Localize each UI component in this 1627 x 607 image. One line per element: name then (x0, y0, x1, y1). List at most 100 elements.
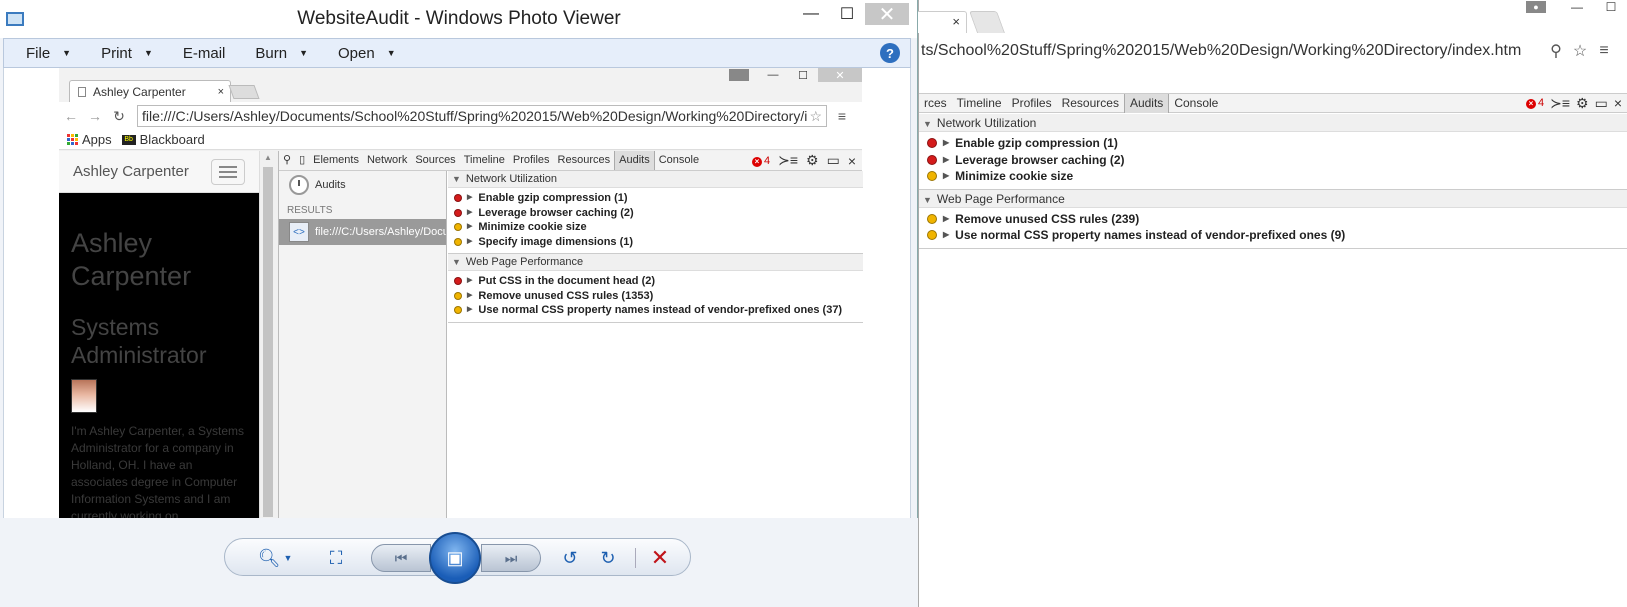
toolbar-divider (635, 548, 636, 568)
menu-open[interactable]: Open ▼ (316, 45, 404, 62)
menu-file[interactable]: File ▼ (4, 45, 79, 62)
audit-result-label: Specify image dimensions (1) (478, 235, 634, 248)
audit-result-label: Leverage browser caching (2) (955, 152, 1125, 167)
close-window-button[interactable]: ✕ (865, 3, 909, 26)
minimize-icon[interactable]: — (1560, 0, 1594, 14)
inner-tab: Ashley Carpenter × (69, 80, 231, 102)
menu-icon[interactable]: ≡ (1592, 42, 1616, 60)
help-icon[interactable]: ? (880, 43, 900, 63)
tab-resources: Resources (557, 154, 611, 166)
collapse-triangle-icon[interactable]: ▼ (923, 191, 932, 209)
audit-result-row[interactable]: ▶ Minimize cookie size (919, 168, 1627, 185)
tab-profiles: Profiles (512, 154, 550, 166)
menu-label: E-mail (182, 44, 226, 62)
zoom-button[interactable]: 🔍︎ ▼ (255, 539, 295, 577)
chevron-down-icon[interactable]: ▼ (62, 48, 71, 58)
user-icon[interactable]: ● (1526, 0, 1560, 14)
inner-tabstrip: Ashley Carpenter × — ☐ ✕ (59, 68, 862, 102)
severe-status-icon (927, 154, 937, 165)
menu-label: Burn (255, 44, 288, 62)
audit-result-label: Remove unused CSS rules (239) (955, 211, 1140, 226)
rotate-left-icon[interactable]: ↺ (555, 539, 585, 577)
gear-icon[interactable]: ⚙ (1576, 95, 1589, 112)
page-icon (78, 86, 86, 97)
tab-console[interactable]: Console (1169, 94, 1223, 113)
delete-button[interactable]: ✕ (645, 539, 675, 577)
warning-status-icon (454, 237, 462, 246)
console-drawer-icon[interactable]: ≻≡ (1550, 95, 1570, 112)
audits-sidebar: Audits RESULTS <> file:///C:/Users/Ashle… (279, 171, 447, 518)
background-address-bar[interactable]: ts/School%20Stuff/Spring%202015/Web%20De… (919, 38, 1627, 64)
collapse-triangle-icon[interactable]: ▼ (923, 115, 932, 133)
tab-resources[interactable]: Resources (1057, 94, 1124, 113)
chevron-down-icon[interactable]: ▼ (299, 48, 308, 58)
maximize-icon: ☐ (798, 69, 808, 82)
audit-category-title: Network Utilization (465, 173, 558, 185)
audit-category: ▼ Network Utilization ▶ Enable gzip compres… (448, 171, 863, 254)
audit-category-header[interactable]: ▼ Network Utilization (919, 114, 1627, 132)
rotate-right-icon[interactable]: ↻ (593, 539, 623, 577)
audits-sidebar-item: Audits (279, 171, 446, 199)
close-tab-icon[interactable]: × (952, 14, 960, 29)
audit-result-row[interactable]: ▶ Remove unused CSS rules (239) (919, 211, 1627, 228)
maximize-icon[interactable]: ☐ (1594, 0, 1627, 14)
bookmark-blackboard: Bb Blackboard (121, 132, 205, 147)
audit-result-row[interactable]: ▶ Leverage browser caching (2) (919, 152, 1627, 169)
warning-status-icon (927, 230, 937, 241)
tab-timeline[interactable]: Timeline (952, 94, 1007, 113)
bookmark-star-icon: ☆ (809, 108, 822, 125)
gear-icon: ⚙ (806, 152, 819, 168)
background-url-text[interactable]: ts/School%20Stuff/Spring%202015/Web%20De… (919, 42, 1544, 60)
minimize-icon[interactable]: — (793, 3, 829, 25)
photo-canvas: Ashley Carpenter × — ☐ ✕ ← → ↻ file:///C… (3, 68, 911, 518)
audit-result-row[interactable]: ▶ Enable gzip compression (1) (919, 135, 1627, 152)
tab-network: Network (366, 154, 408, 166)
dock-icon[interactable]: ▭ (1595, 95, 1608, 112)
devtools-tabs: Elements Network Sources Timeline Profiles Re… (309, 151, 703, 170)
expand-triangle-icon[interactable]: ▶ (943, 211, 949, 227)
audit-category-header: ▼ Web Page Performance (448, 254, 863, 271)
chevron-down-icon[interactable]: ▼ (144, 48, 153, 58)
new-tab-button[interactable] (968, 11, 1006, 33)
device-mode-icon: ▯ (299, 154, 306, 166)
expand-triangle-icon[interactable]: ▶ (943, 168, 949, 184)
back-icon: ← (64, 108, 78, 124)
menu-burn[interactable]: Burn ▼ (233, 45, 316, 62)
expand-triangle-icon[interactable]: ▶ (943, 227, 949, 243)
warning-status-icon (454, 223, 462, 232)
close-devtools-icon[interactable]: × (1614, 95, 1622, 111)
reload-icon: ↻ (113, 107, 125, 124)
audit-result-row[interactable]: ▶ Use normal CSS property names instead o… (919, 227, 1627, 244)
menu-email[interactable]: E-mail (161, 45, 234, 62)
tab-profiles[interactable]: Profiles (1007, 94, 1057, 113)
inner-tab-title: Ashley Carpenter (93, 84, 186, 99)
bio-text: I'm Ashley Carpenter, a Systems Administ… (71, 424, 245, 518)
expand-triangle-icon[interactable]: ▶ (943, 135, 949, 151)
chevron-down-icon[interactable]: ▼ (387, 48, 396, 58)
photo-viewer-titlebar: WebsiteAudit - Windows Photo Viewer — ☐ … (0, 0, 917, 38)
menu-print[interactable]: Print ▼ (79, 45, 161, 62)
previous-button[interactable]: ⏮ (371, 544, 431, 572)
menu-label: Print (101, 44, 132, 62)
error-count-badge: × 4 (751, 155, 770, 167)
zoom-icon[interactable]: ⚲ (1544, 41, 1568, 61)
result-item-label: file:///C:/Users/Ashley/Documents (315, 226, 446, 238)
tab-audits: Audits (614, 151, 655, 170)
tab-audits[interactable]: Audits (1123, 93, 1170, 113)
slideshow-button[interactable]: ▣ (429, 532, 481, 584)
next-button[interactable]: ⏭ (481, 544, 541, 572)
maximize-icon[interactable]: ☐ (829, 3, 865, 25)
audit-category-header[interactable]: ▼ Web Page Performance (919, 189, 1627, 209)
severe-status-icon (927, 138, 937, 149)
user-icon (728, 68, 758, 82)
bookmark-star-icon[interactable]: ☆ (1568, 41, 1592, 61)
window-title: WebsiteAudit - Windows Photo Viewer (297, 8, 621, 29)
expand-triangle-icon[interactable]: ▶ (943, 152, 949, 168)
html-file-icon: <> (289, 222, 309, 242)
tab-rces[interactable]: rces (919, 94, 952, 113)
actual-size-icon[interactable]: ⛶ (323, 539, 349, 577)
warning-status-icon (454, 306, 462, 315)
scroll-up-icon: ▲ (264, 153, 272, 162)
severe-status-icon (454, 208, 462, 217)
error-count-badge[interactable]: × 4 (1525, 97, 1544, 109)
